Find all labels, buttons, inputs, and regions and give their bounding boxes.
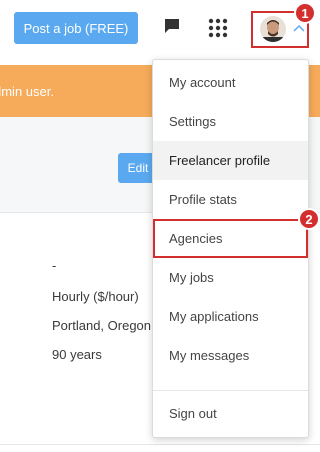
- menu-item-agencies[interactable]: Agencies: [153, 219, 308, 258]
- chat-icon[interactable]: [164, 18, 180, 34]
- step-badge: 2: [298, 208, 320, 230]
- post-job-button[interactable]: Post a job (FREE): [14, 12, 138, 44]
- menu-divider: [153, 390, 308, 391]
- top-navigation-bar: Post a job (FREE) 1: [0, 0, 320, 64]
- divider: [0, 444, 320, 445]
- profile-location: Portland, Oregon: [52, 318, 152, 333]
- apps-grid-icon[interactable]: [208, 18, 228, 38]
- step-badge: 1: [294, 2, 316, 24]
- profile-rate-type: Hourly ($/hour): [52, 289, 139, 304]
- menu-item-my-account[interactable]: My account: [153, 63, 308, 102]
- menu-item-freelancer-profile[interactable]: Freelancer profile: [153, 141, 308, 180]
- banner-text: dmin user.: [0, 83, 54, 99]
- menu-item-my-jobs[interactable]: My jobs: [153, 258, 308, 297]
- user-dropdown-menu: My account Settings Freelancer profile P…: [152, 59, 309, 438]
- menu-item-profile-stats[interactable]: Profile stats: [153, 180, 308, 219]
- menu-item-settings[interactable]: Settings: [153, 102, 308, 141]
- avatar: [260, 16, 286, 42]
- chevron-up-icon: [293, 24, 305, 32]
- menu-item-my-messages[interactable]: My messages: [153, 336, 308, 375]
- profile-field: -: [52, 258, 57, 273]
- menu-item-my-applications[interactable]: My applications: [153, 297, 308, 336]
- profile-age: 90 years: [52, 347, 102, 362]
- menu-item-sign-out[interactable]: Sign out: [153, 394, 308, 433]
